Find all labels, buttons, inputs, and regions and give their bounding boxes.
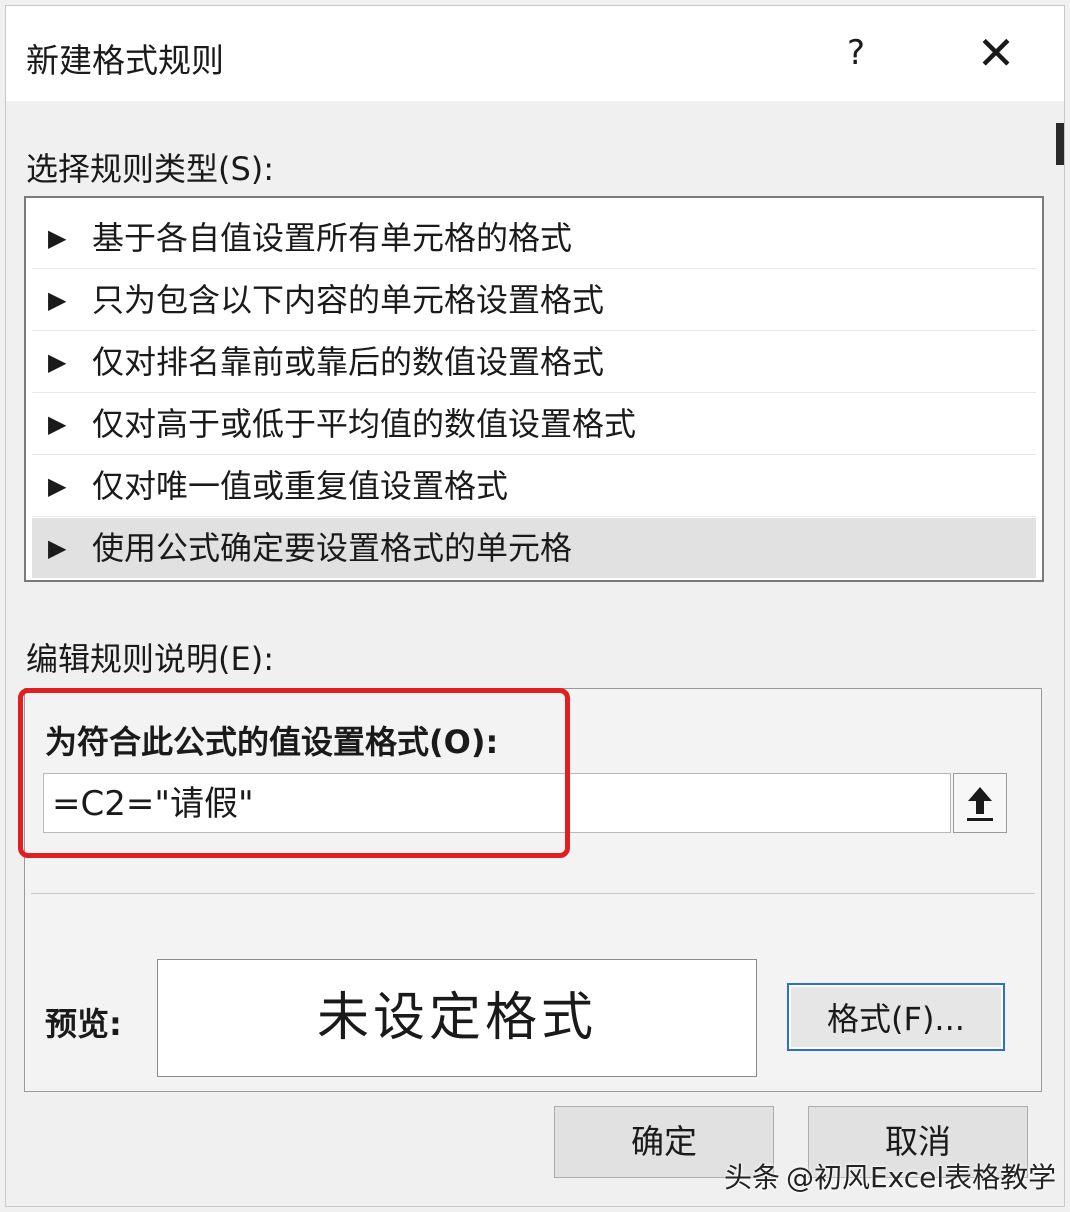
expand-arrow-icon: ▶ <box>48 224 67 252</box>
title-bar: 新建格式规则 ? ✕ <box>6 6 1064 101</box>
collapse-dialog-button[interactable] <box>953 773 1007 833</box>
edit-rule-label: 编辑规则说明(E): <box>26 640 274 678</box>
annotation-highlight-box <box>18 688 570 858</box>
expand-arrow-icon: ▶ <box>48 534 67 562</box>
background-window-edge <box>1056 123 1064 165</box>
rule-type-item-label: 基于各自值设置所有单元格的格式 <box>92 219 573 257</box>
rule-type-item[interactable]: ▶ 仅对唯一值或重复值设置格式 <box>32 456 1036 517</box>
rule-type-item[interactable]: ▶ 仅对排名靠前或靠后的数值设置格式 <box>32 332 1036 393</box>
expand-arrow-icon: ▶ <box>48 410 67 438</box>
rule-type-item-label: 使用公式确定要设置格式的单元格 <box>92 529 573 567</box>
expand-arrow-icon: ▶ <box>48 472 67 500</box>
rule-type-item-label: 仅对唯一值或重复值设置格式 <box>92 467 509 505</box>
watermark-prefix: 头条 <box>724 1161 781 1194</box>
preview-label: 预览: <box>45 1005 122 1043</box>
divider <box>31 893 1035 894</box>
format-button[interactable]: 格式(F)... <box>787 983 1005 1051</box>
watermark: 头条 @初风Excel表格教学 <box>724 1156 1056 1196</box>
new-format-rule-dialog: 新建格式规则 ? ✕ 选择规则类型(S): ▶ 基于各自值设置所有单元格的格式 … <box>5 5 1065 1207</box>
rule-type-item[interactable]: ▶ 仅对高于或低于平均值的数值设置格式 <box>32 394 1036 455</box>
close-button[interactable]: ✕ <box>966 28 1026 78</box>
rule-type-item[interactable]: ▶ 基于各自值设置所有单元格的格式 <box>32 208 1036 269</box>
rule-type-item-label: 仅对高于或低于平均值的数值设置格式 <box>92 405 637 443</box>
help-button[interactable]: ? <box>836 28 876 78</box>
preview-box: 未设定格式 <box>157 959 757 1077</box>
upload-arrow-icon <box>967 787 993 821</box>
expand-arrow-icon: ▶ <box>48 348 67 376</box>
rule-type-item-selected[interactable]: ▶ 使用公式确定要设置格式的单元格 <box>32 518 1036 578</box>
watermark-text: @初风Excel表格教学 <box>786 1161 1057 1194</box>
rule-type-list[interactable]: ▶ 基于各自值设置所有单元格的格式 ▶ 只为包含以下内容的单元格设置格式 ▶ 仅… <box>24 196 1044 582</box>
expand-arrow-icon: ▶ <box>48 286 67 314</box>
dialog-title: 新建格式规则 <box>26 41 224 80</box>
rule-type-item-label: 仅对排名靠前或靠后的数值设置格式 <box>92 343 605 381</box>
rule-type-item[interactable]: ▶ 只为包含以下内容的单元格设置格式 <box>32 270 1036 331</box>
rule-type-label: 选择规则类型(S): <box>26 150 275 188</box>
rule-type-item-label: 只为包含以下内容的单元格设置格式 <box>92 281 605 319</box>
